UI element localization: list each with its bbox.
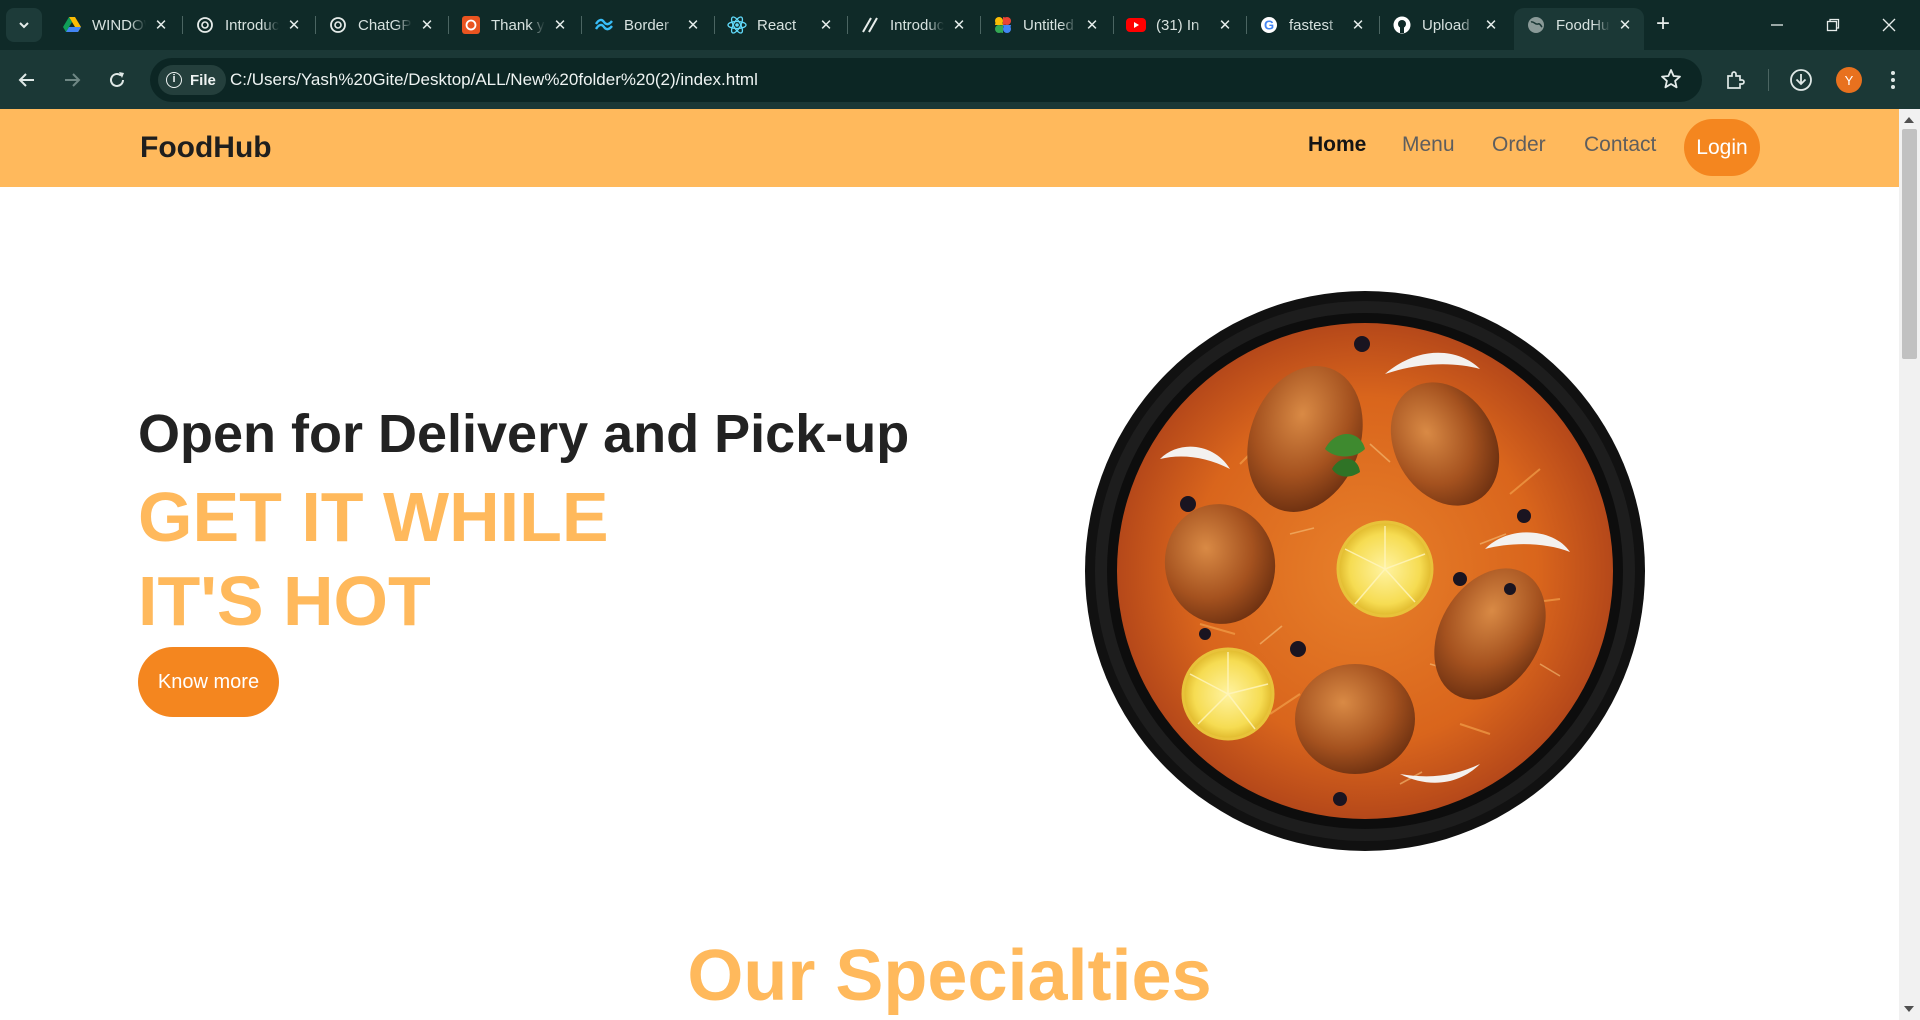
photos-icon <box>993 15 1013 35</box>
toolbar-divider <box>1768 69 1769 91</box>
profile-avatar[interactable]: Y <box>1836 67 1862 93</box>
arrow-right-icon <box>65 73 81 87</box>
address-bar[interactable]: i File C:/Users/Yash%20Gite/Desktop/ALL/… <box>150 58 1702 102</box>
restore-icon <box>1826 18 1840 32</box>
minimize-button[interactable] <box>1752 8 1802 42</box>
site-info-label: File <box>190 71 216 89</box>
info-icon: i <box>166 72 182 88</box>
site-info-chip[interactable]: i File <box>158 65 226 95</box>
openai-icon <box>328 15 348 35</box>
github-icon <box>1392 15 1412 35</box>
close-icon[interactable]: ✕ <box>817 16 835 34</box>
close-icon[interactable]: ✕ <box>950 16 968 34</box>
close-icon[interactable]: ✕ <box>418 16 436 34</box>
know-more-button[interactable]: Know more <box>138 647 279 717</box>
globe-icon <box>1526 15 1546 35</box>
puzzle-icon <box>1727 71 1745 89</box>
tab-title: fastest <box>1289 16 1334 34</box>
tab-title: Untitled <box>1023 16 1074 34</box>
close-icon[interactable]: ✕ <box>1216 16 1234 34</box>
browser-tab[interactable]: Untitled ✕ <box>981 8 1111 42</box>
tab-title: FoodHub <box>1556 16 1610 34</box>
back-button[interactable] <box>10 63 44 97</box>
tab-title: Introduction <box>890 16 944 34</box>
hero-subtitle: Open for Delivery and Pick-up <box>138 404 910 464</box>
login-button[interactable]: Login <box>1684 119 1760 176</box>
nav-link-home[interactable]: Home <box>1308 133 1366 157</box>
tab-title: ChatGPT <box>358 16 412 34</box>
browser-tab[interactable]: G fastest ✕ <box>1247 8 1377 42</box>
tab-title: Border <box>624 16 670 34</box>
arrow-left-icon <box>18 73 34 87</box>
reload-icon <box>110 72 124 87</box>
browser-tab[interactable]: React ✕ <box>715 8 845 42</box>
openai-icon <box>195 15 215 35</box>
tab-title: (31) In <box>1156 16 1200 34</box>
more-vertical-icon <box>1891 71 1895 89</box>
browser-tab[interactable]: ChatGPT ✕ <box>316 8 446 42</box>
browser-menu-button[interactable] <box>1876 63 1910 97</box>
react-icon <box>727 15 747 35</box>
hero-dish-image <box>1085 291 1645 851</box>
nav-link-order[interactable]: Order <box>1492 133 1546 157</box>
browser-tab-strip: WINDOWS ✕ Introduction ✕ ChatGPT ✕ Thank… <box>0 0 1920 50</box>
close-icon[interactable]: ✕ <box>684 16 702 34</box>
nav-link-contact[interactable]: Contact <box>1584 133 1656 157</box>
close-icon[interactable]: ✕ <box>1482 16 1500 34</box>
bookmark-star-icon[interactable] <box>1660 68 1684 92</box>
close-icon[interactable]: ✕ <box>551 16 569 34</box>
tab-title: Introduction <box>225 16 279 34</box>
new-tab-button[interactable]: + <box>1650 12 1676 38</box>
scroll-up-arrow-icon[interactable] <box>1904 117 1914 123</box>
close-icon[interactable]: ✕ <box>285 16 303 34</box>
slash-icon <box>860 15 880 35</box>
nav-link-menu[interactable]: Menu <box>1402 133 1455 157</box>
tab-search-button[interactable] <box>6 8 42 42</box>
browser-tab[interactable]: Thank you ✕ <box>449 8 579 42</box>
tab-title: Upload <box>1422 16 1470 34</box>
close-icon[interactable]: ✕ <box>1349 16 1367 34</box>
browser-toolbar: i File C:/Users/Yash%20Gite/Desktop/ALL/… <box>0 50 1920 109</box>
download-icon <box>1790 69 1812 91</box>
drive-icon <box>62 15 82 35</box>
extensions-button[interactable] <box>1718 63 1752 97</box>
browser-tab[interactable]: WINDOWS ✕ <box>50 8 180 42</box>
downloads-button[interactable] <box>1784 63 1818 97</box>
minimize-icon <box>1771 24 1783 26</box>
hero-headline-line1: GET IT WHILE <box>138 478 609 556</box>
site-logo[interactable]: FoodHub <box>140 131 272 165</box>
youtube-icon <box>1126 15 1146 35</box>
hero-headline-line2: IT'S HOT <box>138 562 431 640</box>
close-window-button[interactable] <box>1864 8 1914 42</box>
site-navbar: FoodHub Home Menu Order Contact Login <box>0 109 1899 187</box>
chevron-down-icon <box>19 22 29 29</box>
tab-title: Thank you <box>491 16 545 34</box>
browser-tab[interactable]: Introduction ✕ <box>848 8 978 42</box>
specialties-heading: Our Specialties <box>687 936 1212 1016</box>
forward-button[interactable] <box>55 63 89 97</box>
google-icon: G <box>1259 15 1279 35</box>
scroll-down-arrow-icon[interactable] <box>1904 1006 1914 1012</box>
browser-tab[interactable]: Upload ✕ <box>1380 8 1510 42</box>
restore-button[interactable] <box>1808 8 1858 42</box>
page-viewport: FoodHub Home Menu Order Contact Login Op… <box>0 109 1899 1020</box>
browser-tab[interactable]: Introduction ✕ <box>183 8 313 42</box>
browser-tab[interactable]: (31) In ✕ <box>1114 8 1244 42</box>
tailwind-icon <box>594 15 614 35</box>
close-icon[interactable]: ✕ <box>1616 16 1634 34</box>
close-icon[interactable]: ✕ <box>1083 16 1101 34</box>
ubuntu-icon <box>461 15 481 35</box>
reload-button[interactable] <box>100 63 134 97</box>
tab-title: React <box>757 16 797 34</box>
url-text[interactable]: C:/Users/Yash%20Gite/Desktop/ALL/New%20f… <box>230 70 758 90</box>
tab-title: WINDOWS <box>92 16 146 34</box>
svg-text:G: G <box>1264 18 1274 33</box>
browser-tab[interactable]: Border ✕ <box>582 8 712 42</box>
scrollbar-thumb[interactable] <box>1902 129 1917 359</box>
close-icon[interactable]: ✕ <box>152 16 170 34</box>
browser-tab-active[interactable]: FoodHub ✕ <box>1514 8 1644 50</box>
close-icon <box>1882 18 1896 32</box>
page-scrollbar[interactable] <box>1899 109 1920 1020</box>
